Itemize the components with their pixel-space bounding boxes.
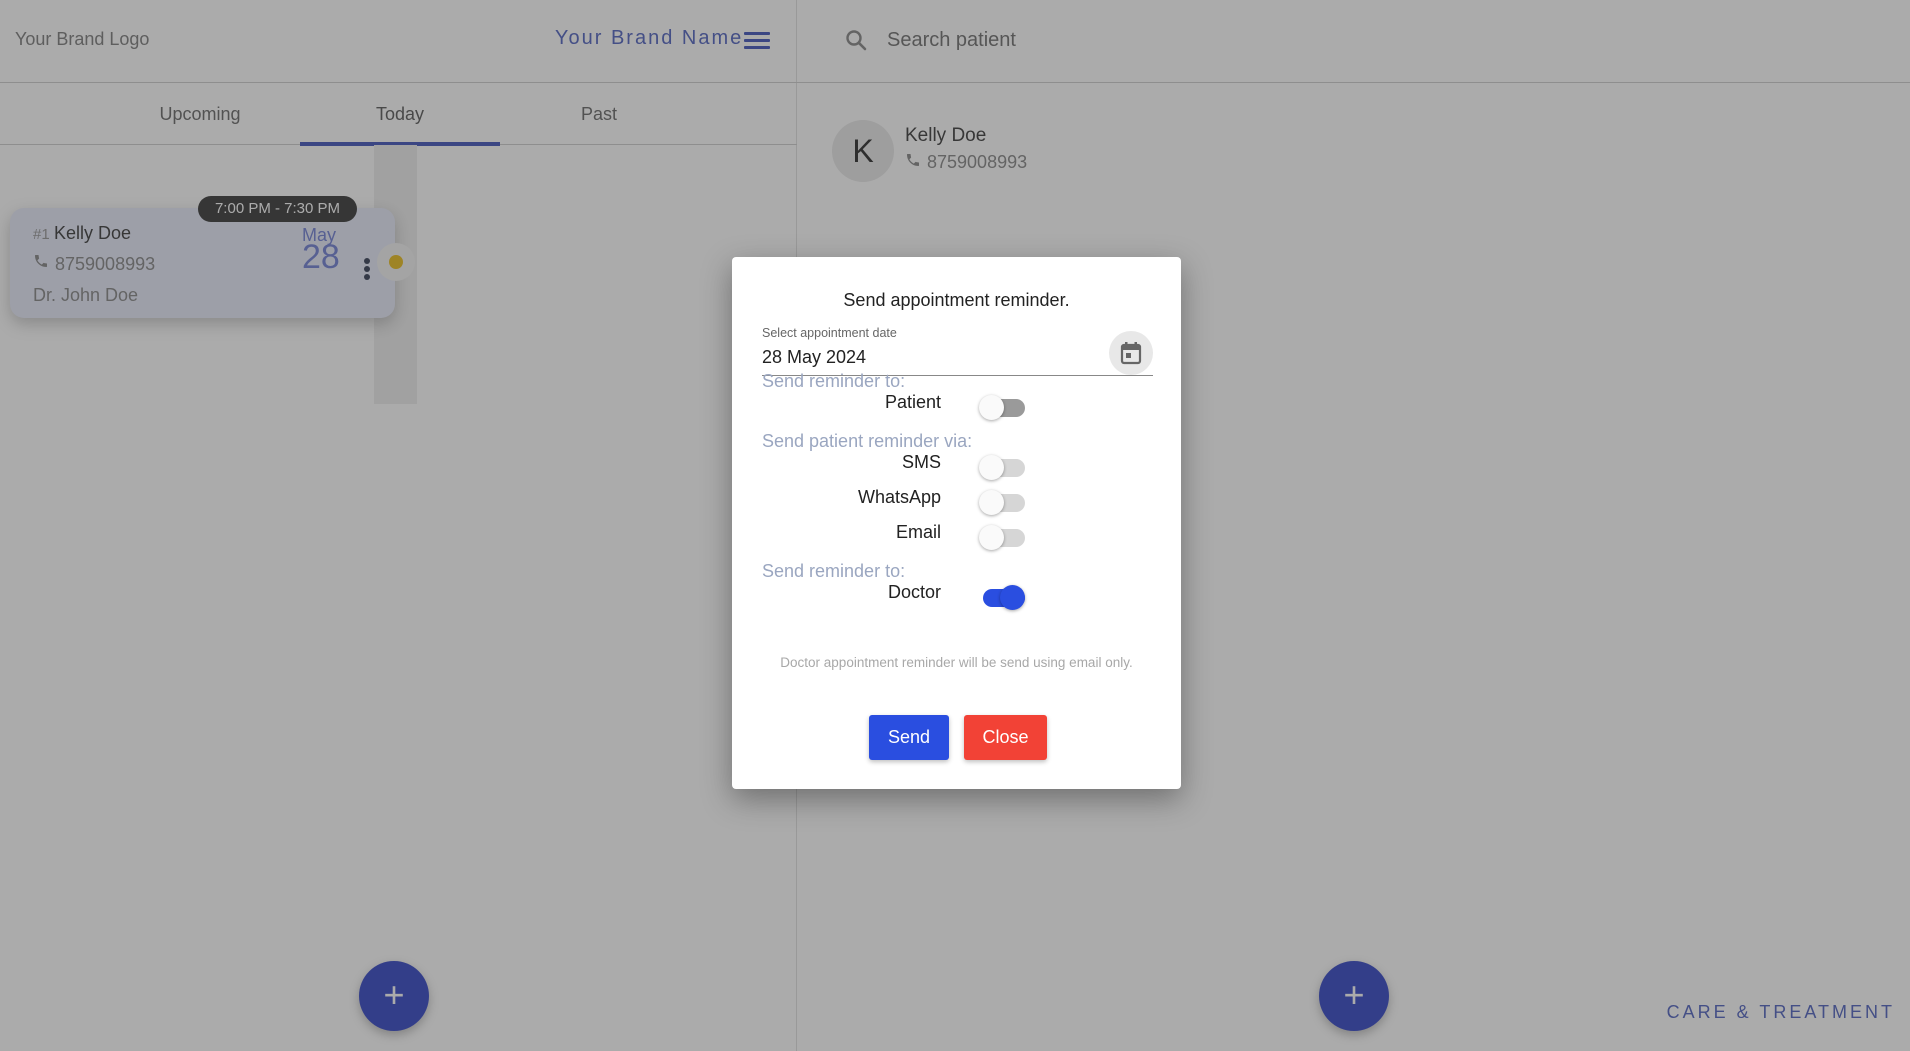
doctor-toggle[interactable] [979, 585, 1025, 610]
send-to-patient-label: Send reminder to: [762, 371, 906, 391]
doctor-reminder-note: Doctor appointment reminder will be send… [780, 655, 1133, 670]
sms-toggle[interactable] [979, 455, 1025, 480]
appointment-date-input[interactable] [762, 347, 1102, 368]
email-toggle-label: Email [895, 522, 941, 542]
sms-toggle-label: SMS [901, 452, 941, 472]
reminder-dialog: Send appointment reminder. Select appoin… [732, 257, 1181, 789]
date-field-label: Select appointment date [762, 326, 897, 340]
calendar-icon [1120, 342, 1142, 365]
patient-toggle-label: Patient [884, 392, 941, 412]
email-toggle[interactable] [979, 525, 1025, 550]
calendar-button[interactable] [1109, 331, 1153, 375]
whatsapp-toggle[interactable] [979, 490, 1025, 515]
patient-toggle[interactable] [979, 395, 1025, 420]
send-button[interactable]: Send [869, 715, 949, 760]
doctor-toggle-label: Doctor [887, 582, 941, 602]
dialog-title: Send appointment reminder. [843, 290, 1070, 310]
whatsapp-toggle-label: WhatsApp [857, 487, 941, 507]
close-button[interactable]: Close [964, 715, 1047, 760]
send-to-doctor-label: Send reminder to: [762, 561, 906, 581]
send-via-label: Send patient reminder via: [762, 431, 973, 451]
